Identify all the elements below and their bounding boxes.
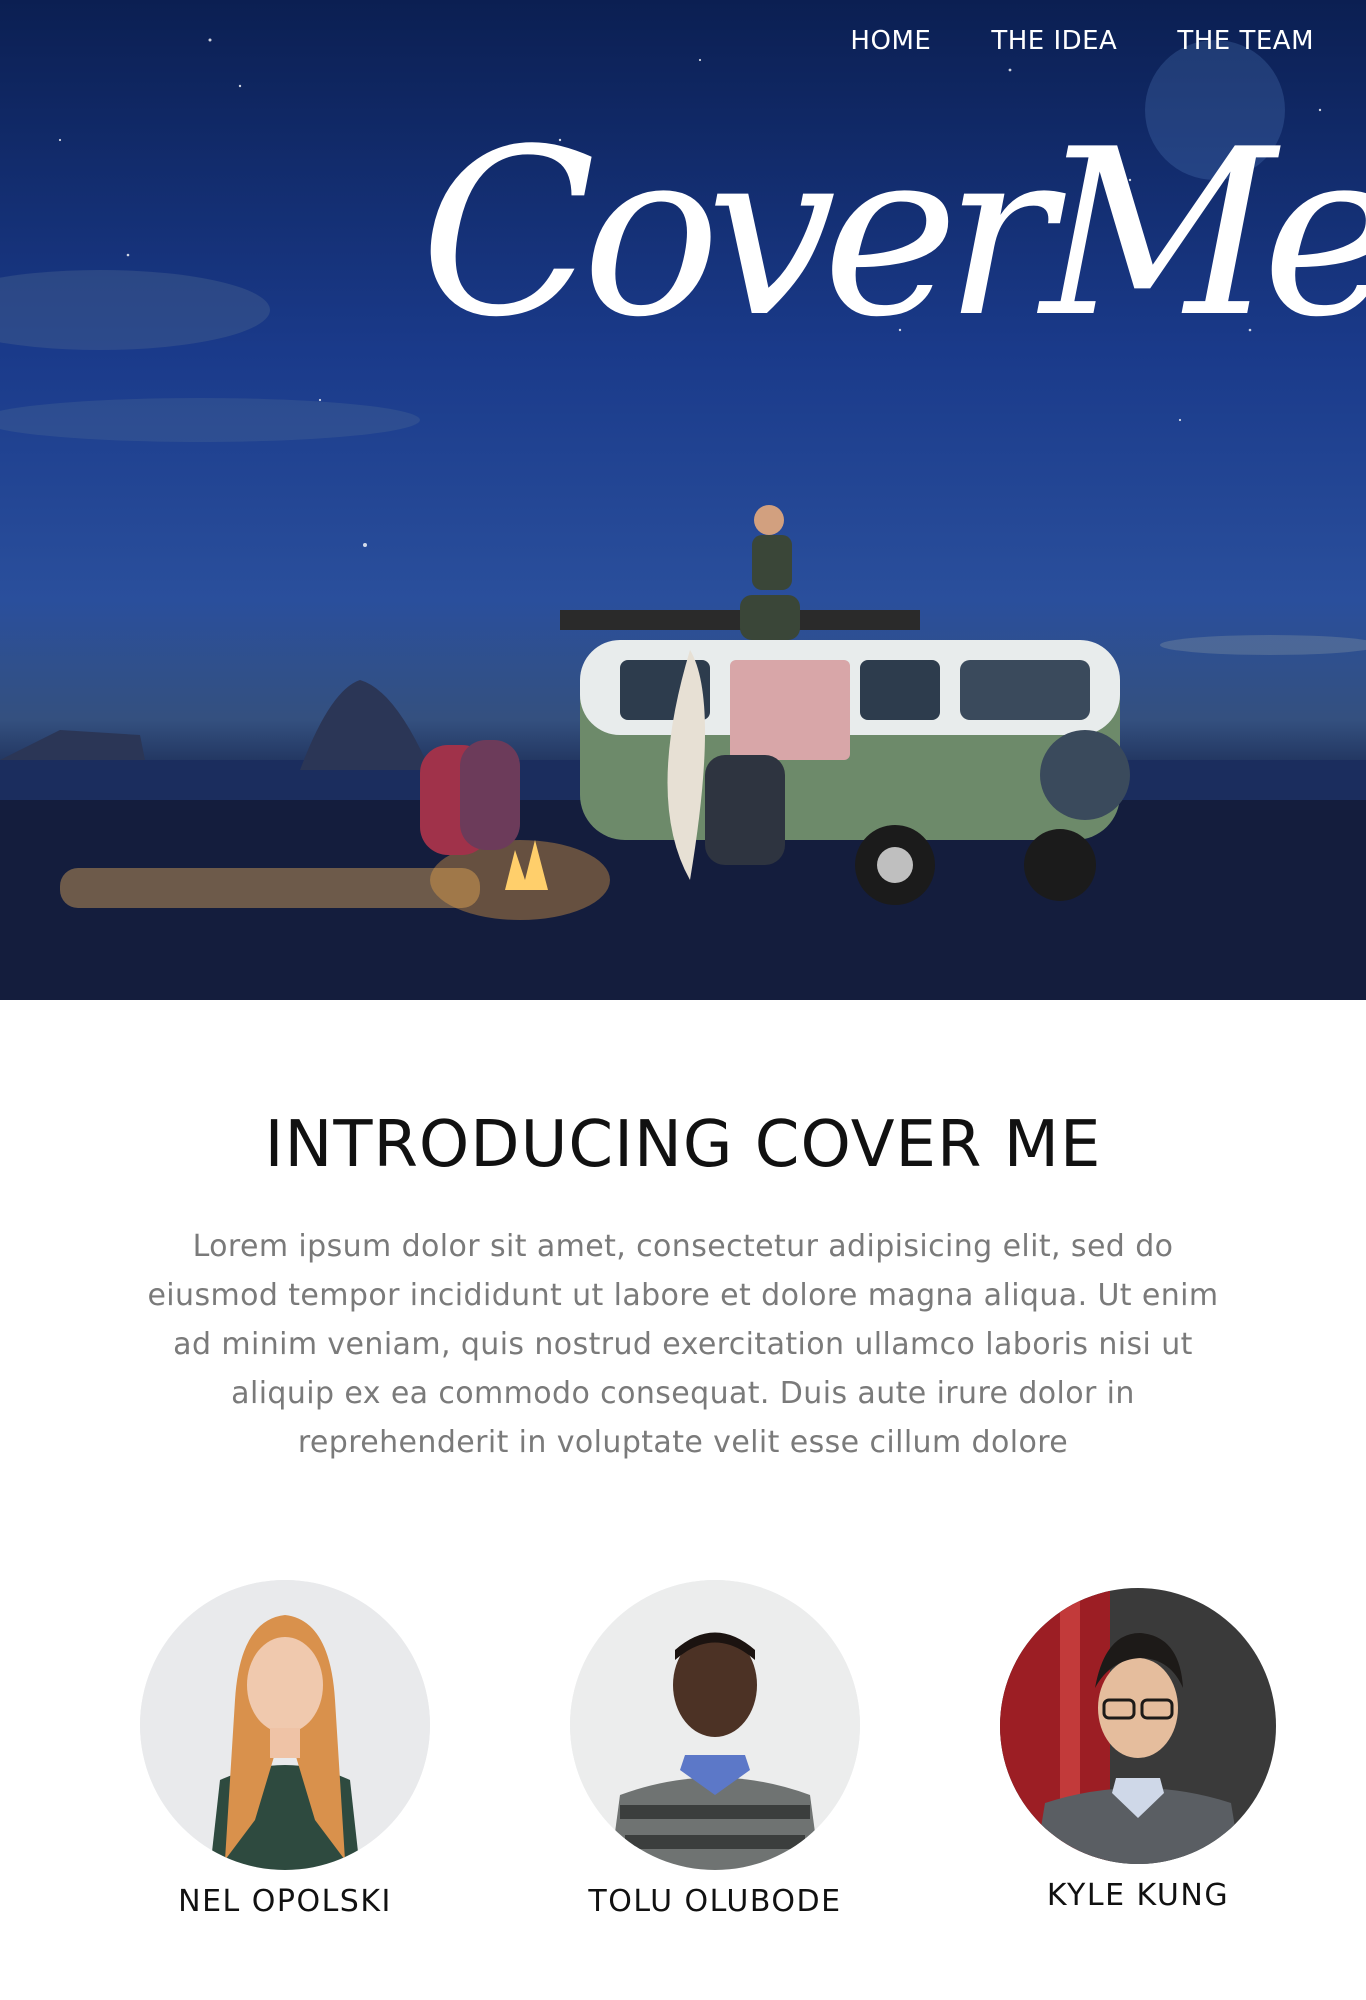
team-member-card: TOLU OLUBODE <box>565 1580 865 1919</box>
portrait-image <box>570 1580 860 1870</box>
avatar <box>1000 1588 1276 1864</box>
main-nav: HOME THE IDEA THE TEAM <box>790 26 1314 56</box>
team-member-name: TOLU OLUBODE <box>588 1884 842 1919</box>
portrait-image <box>1000 1588 1276 1864</box>
coverme-logo: CoverMe <box>420 101 1366 368</box>
hero-banner: HOME THE IDEA THE TEAM CoverMe <box>0 0 1366 1000</box>
intro-paragraph: Lorem ipsum dolor sit amet, consectetur … <box>147 1229 1219 1460</box>
team-member-card: NEL OPOLSKI <box>135 1580 435 1919</box>
nav-team-link[interactable]: THE TEAM <box>1177 26 1314 56</box>
team-member-name: KYLE KUNG <box>1046 1878 1230 1913</box>
avatar <box>570 1580 860 1870</box>
nav-home-link[interactable]: HOME <box>850 26 931 56</box>
nav-idea-link[interactable]: THE IDEA <box>991 26 1117 56</box>
intro-title: INTRODUCING COVER ME <box>264 1108 1102 1182</box>
portrait-image <box>140 1580 430 1870</box>
avatar <box>140 1580 430 1870</box>
team-member-card: KYLE KUNG <box>988 1580 1288 1913</box>
team-member-name: NEL OPOLSKI <box>178 1884 392 1919</box>
